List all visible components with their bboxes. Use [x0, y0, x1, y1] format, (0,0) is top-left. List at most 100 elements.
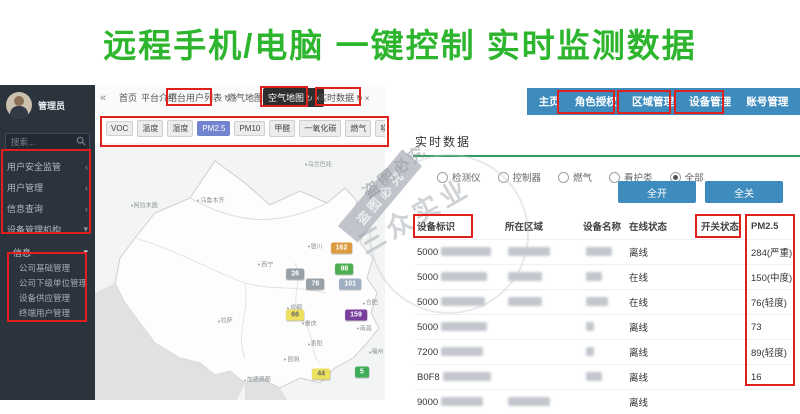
map-city-label: 贵阳: [308, 339, 323, 348]
redacted-text: [586, 347, 594, 356]
nav-item-2[interactable]: 区域管理: [632, 94, 674, 109]
radio-控制器[interactable]: 控制器: [498, 170, 542, 184]
sidebar-submenu: 公司基础管理公司下级单位管理设备供应管理终端用户管理: [0, 260, 95, 320]
panel-nav: 主页角色授权区域管理设备管理账号管理: [527, 88, 800, 115]
map-city-label: 拉萨: [218, 316, 233, 325]
sidebar-item-3[interactable]: 设备管理机构▾: [0, 219, 95, 240]
refresh-icon[interactable]: ↻: [356, 94, 363, 103]
cell-region: [503, 365, 581, 390]
workspace: « 首页平台介绍平台用户列表↻×燃气地图↻空气地图↻×实时数据↻× VOC温度湿…: [95, 85, 385, 400]
cell-pm25: 150(中度): [749, 265, 795, 290]
sidebar-subitem-3[interactable]: 终端用户管理: [0, 305, 95, 320]
filter-PM10[interactable]: PM10: [234, 121, 265, 136]
filter-PM2.5[interactable]: PM2.5: [197, 121, 230, 136]
map-value-marker[interactable]: 26: [286, 269, 304, 280]
nav-item-4[interactable]: 账号管理: [746, 94, 788, 109]
radio-燃气[interactable]: 燃气: [558, 170, 592, 184]
city-dot-icon: [369, 351, 371, 353]
tab-5[interactable]: 实时数据↻×: [318, 91, 369, 104]
tab-0[interactable]: 首页: [119, 91, 137, 104]
filter-温度[interactable]: 温度: [137, 120, 163, 137]
sidebar-subitem-2[interactable]: 设备供应管理: [0, 290, 95, 305]
sidebar-item-label: 信息查询: [7, 202, 43, 215]
city-dot-icon: [357, 328, 359, 330]
search-row: [5, 133, 90, 150]
chevron-down-icon: ▾: [83, 247, 88, 258]
chevron-icon: ‹: [85, 162, 88, 172]
cell-online-status: 离线: [627, 315, 699, 340]
cell-pm25: 76(轻度): [749, 290, 795, 315]
all-on-button[interactable]: 全开: [618, 181, 696, 203]
page-title: 远程手机/电脑 一键控制 实时监测数据: [0, 0, 800, 85]
cell-device-id: 5000: [415, 315, 503, 340]
filter-湿度[interactable]: 湿度: [167, 120, 193, 137]
cell-online-status: 离线: [627, 365, 699, 390]
management-panel: 主页角色授权区域管理设备管理账号管理 实时数据 检测仪控制器燃气看护类全部 全开…: [385, 85, 800, 400]
map-value-marker[interactable]: 78: [306, 279, 324, 290]
filter-燃气[interactable]: 燃气: [345, 120, 371, 137]
map-value-marker[interactable]: 5: [355, 366, 369, 377]
redacted-text: [441, 347, 483, 356]
redacted-text: [441, 272, 487, 281]
sidebar-item-0[interactable]: 用户安全监管‹: [0, 156, 95, 177]
redacted-text: [441, 322, 487, 331]
avatar: [6, 92, 32, 118]
radio-icon: [498, 172, 509, 183]
cell-switch-status: [699, 290, 749, 315]
search-icon: [76, 136, 86, 146]
realtime-data-table: 设备标识所在区域设备名称在线状态开关状态PM2.5 5000离线284(严重)5…: [415, 213, 795, 414]
map-value-marker[interactable]: 66: [286, 310, 304, 321]
all-off-button[interactable]: 全关: [705, 181, 783, 203]
map-value-marker[interactable]: 101: [339, 279, 361, 290]
city-dot-icon: [308, 246, 310, 248]
redacted-text: [508, 247, 550, 256]
cell-device-id: 5000: [415, 240, 503, 265]
user-row: 管理员: [0, 85, 95, 125]
sidebar-subitem-0[interactable]: 公司基础管理: [0, 260, 95, 275]
map-city-label: 阿拉木图: [131, 200, 158, 209]
city-dot-icon: [244, 379, 246, 381]
pollutant-filter-bar: VOC温度湿度PM2.5PM10甲醛一氧化碳燃气噪声光照: [95, 114, 385, 143]
tab-4[interactable]: 空气地图↻×: [263, 88, 324, 107]
cell-switch-status: [699, 315, 749, 340]
cell-switch-status: [699, 265, 749, 290]
nav-item-0[interactable]: 主页: [539, 94, 560, 109]
tab-label: 首页: [119, 93, 137, 103]
map-city-label: 昆明: [284, 354, 299, 363]
cell-device-id: 9000: [415, 390, 503, 414]
radio-icon: [558, 172, 569, 183]
cell-device-id: 5000: [415, 265, 503, 290]
sidebar-item-1[interactable]: 用户管理‹: [0, 177, 95, 198]
map-value-marker[interactable]: 159: [345, 310, 367, 321]
cell-device-name: [581, 365, 627, 390]
filter-VOC[interactable]: VOC: [106, 121, 133, 136]
map-value-marker[interactable]: 98: [335, 263, 353, 274]
table-row: 5000离线73: [415, 315, 795, 340]
map-value-marker[interactable]: 44: [312, 369, 330, 380]
collapse-sidebar-icon[interactable]: «: [100, 92, 106, 104]
cell-device-name: [581, 340, 627, 365]
refresh-icon[interactable]: ↻: [306, 94, 313, 103]
sidebar-item-2[interactable]: 信息查询‹: [0, 198, 95, 219]
radio-检测仪[interactable]: 检测仪: [437, 170, 481, 184]
cell-online-status: 在线: [627, 265, 699, 290]
city-dot-icon: [284, 359, 286, 361]
cell-switch-status: [699, 365, 749, 390]
table-row: 5000离线284(严重): [415, 240, 795, 265]
close-icon[interactable]: ×: [365, 94, 370, 103]
sidebar-subitem-1[interactable]: 公司下级单位管理: [0, 275, 95, 290]
cell-region: [503, 340, 581, 365]
map-value-marker[interactable]: 162: [331, 243, 353, 254]
col-header-1: 所在区域: [503, 213, 581, 240]
filter-一氧化碳[interactable]: 一氧化碳: [299, 120, 341, 137]
redacted-text: [441, 297, 485, 306]
nav-item-3[interactable]: 设备管理: [689, 94, 731, 109]
city-dot-icon: [305, 163, 307, 165]
nav-item-1[interactable]: 角色授权: [575, 94, 617, 109]
sidebar-group-info[interactable]: 信息 ▾: [0, 244, 95, 260]
radio-label: 燃气: [573, 170, 592, 184]
map-city-label: 合肥: [363, 298, 378, 307]
filter-甲醛[interactable]: 甲醛: [269, 120, 295, 137]
sidebar-group-label: 信息: [13, 246, 31, 259]
china-air-quality-map[interactable]: 乌兰巴托乌鲁木齐阿拉木图银川西宁拉萨成都重庆合肥南昌贵阳昆明福州加德满都1629…: [95, 143, 385, 400]
